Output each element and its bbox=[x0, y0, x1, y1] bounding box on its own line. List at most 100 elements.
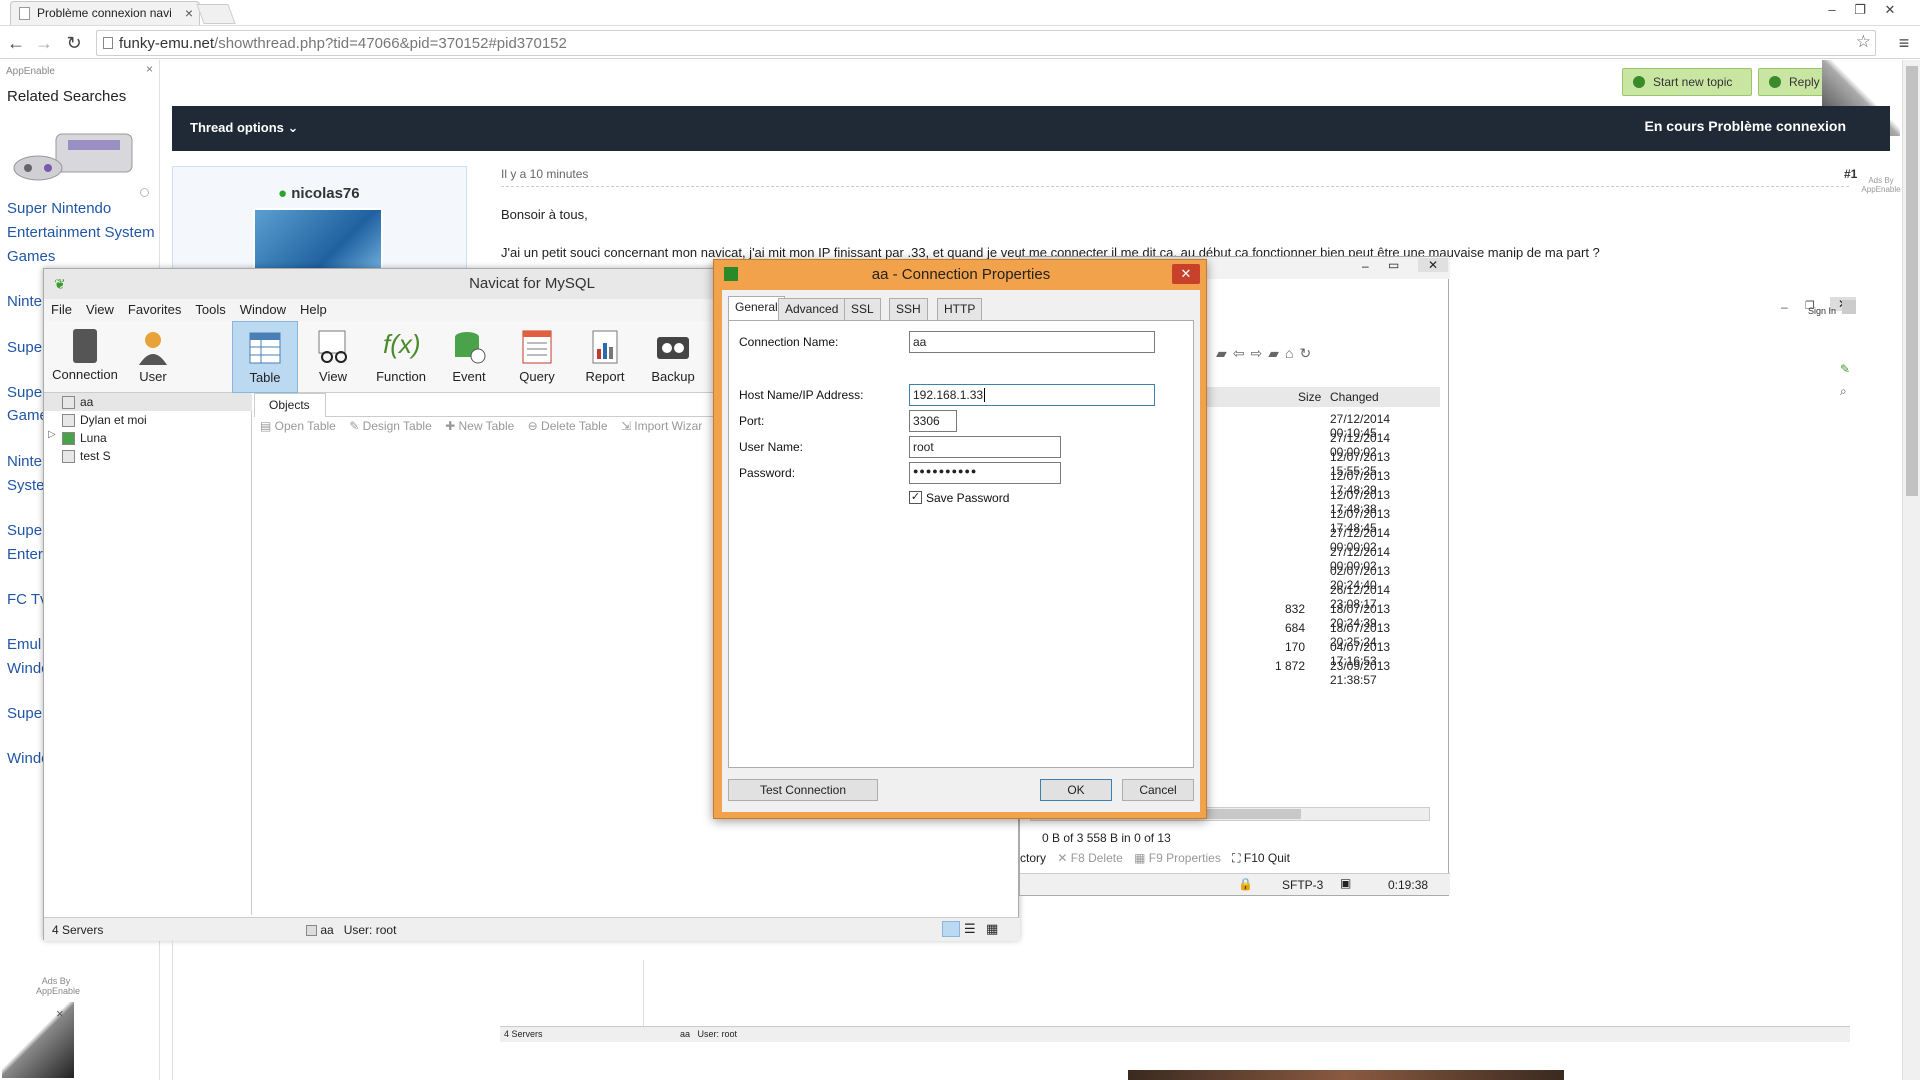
tab-ssl[interactable]: SSL bbox=[844, 298, 881, 320]
forward-icon[interactable]: ⇨ bbox=[1251, 345, 1269, 361]
menu-icon[interactable]: ≡ bbox=[1894, 33, 1914, 53]
tree-item-tests[interactable]: test S bbox=[58, 447, 111, 465]
related-link[interactable]: Entertainment System bbox=[7, 221, 157, 245]
search-icon[interactable]: ⌕ bbox=[1840, 384, 1847, 399]
tab-advanced[interactable]: Advanced bbox=[778, 298, 846, 320]
minimize-icon[interactable]: – bbox=[1818, 0, 1846, 20]
fkey-delete[interactable]: ✕ F8 Delete bbox=[1057, 851, 1122, 865]
thread-title: En cours Problème connexion bbox=[1644, 118, 1847, 134]
tree-label: aa bbox=[80, 395, 94, 409]
test-connection-button[interactable]: Test Connection bbox=[728, 779, 878, 801]
tag-icon[interactable]: ✎ bbox=[1840, 362, 1850, 376]
tab-http[interactable]: HTTP bbox=[937, 298, 983, 320]
fkey-properties-label: F9 Properties bbox=[1148, 851, 1221, 865]
close-icon[interactable]: ✕ bbox=[1172, 264, 1200, 284]
tab-general[interactable]: General bbox=[728, 296, 785, 320]
design-table-button[interactable]: ✎ Design Table bbox=[349, 419, 432, 433]
address-bar[interactable]: funky-emu.net/showthread.php?tid=47066&p… bbox=[96, 30, 1876, 56]
thread-options-button[interactable]: Thread options ⌄ bbox=[190, 120, 298, 136]
cancel-button[interactable]: Cancel bbox=[1122, 779, 1194, 801]
minimize-icon[interactable]: – bbox=[1362, 259, 1369, 273]
new-tab-button[interactable] bbox=[196, 4, 236, 24]
host-field[interactable]: 192.168.1.33 bbox=[909, 384, 1155, 406]
fkey-directory[interactable]: ctory bbox=[1020, 851, 1046, 865]
close-window-icon[interactable]: ✕ bbox=[1876, 0, 1904, 20]
username[interactable]: ● nicolas76 bbox=[278, 185, 360, 202]
port-field[interactable]: 3306 bbox=[909, 410, 957, 432]
col-changed[interactable]: Changed bbox=[1330, 390, 1379, 404]
dialog-titlebar: aa - Connection Properties ✕ bbox=[714, 260, 1208, 290]
save-password-checkbox[interactable]: ✓ bbox=[909, 491, 922, 504]
reload-icon[interactable]: ↻ bbox=[64, 33, 84, 53]
fkey-properties[interactable]: ▦ F9 Properties bbox=[1134, 851, 1221, 865]
view-icon bbox=[315, 329, 351, 365]
grid-view-icon[interactable] bbox=[942, 921, 960, 937]
related-link[interactable]: Games bbox=[7, 245, 157, 269]
start-topic-button[interactable]: Start new topic bbox=[1622, 68, 1752, 96]
ok-button[interactable]: OK bbox=[1040, 779, 1112, 801]
view-button[interactable]: View bbox=[300, 321, 366, 393]
user-label: User bbox=[139, 369, 167, 384]
folder-icon[interactable]: ▰ bbox=[1216, 345, 1233, 361]
sign-in-link[interactable]: Sign In bbox=[1808, 306, 1836, 316]
host-value: 192.168.1.33 bbox=[913, 388, 984, 402]
close-icon[interactable]: ✕ bbox=[1418, 258, 1448, 272]
scroll-thumb[interactable] bbox=[1906, 66, 1918, 496]
close-tab-icon[interactable]: × bbox=[185, 5, 193, 21]
report-button[interactable]: Report bbox=[572, 321, 638, 393]
tree-item-dylan[interactable]: Dylan et moi bbox=[58, 411, 147, 429]
list-view-icon[interactable]: ☰ bbox=[964, 921, 976, 937]
expand-icon[interactable]: ▷ bbox=[48, 429, 56, 440]
forward-icon[interactable]: → bbox=[34, 33, 54, 53]
tree-item-luna[interactable]: Luna bbox=[58, 429, 107, 447]
import-wizard-button[interactable]: ⇲ Import Wizar bbox=[621, 419, 702, 433]
menu-view[interactable]: View bbox=[79, 299, 121, 320]
menu-help[interactable]: Help bbox=[293, 299, 334, 320]
delete-table-button[interactable]: ⊖ Delete Table bbox=[528, 419, 608, 433]
folder-icon[interactable]: ▰ bbox=[1268, 345, 1285, 361]
connection-name-field[interactable]: aa bbox=[909, 331, 1155, 353]
tab-ssh[interactable]: SSH bbox=[889, 298, 928, 320]
toolbar: ← → ↻ funky-emu.net/showthread.php?tid=4… bbox=[0, 27, 1920, 59]
star-icon[interactable]: ☆ bbox=[1856, 32, 1871, 52]
back-icon[interactable]: ← bbox=[6, 33, 26, 53]
related-link[interactable]: Super Nintendo bbox=[7, 197, 157, 221]
backup-button[interactable]: Backup bbox=[640, 321, 706, 393]
username-field[interactable]: root bbox=[909, 436, 1061, 458]
fkey-quit[interactable]: ⛶ F10 Quit bbox=[1232, 851, 1290, 865]
backup-icon bbox=[655, 329, 691, 365]
dialog-title: aa - Connection Properties bbox=[871, 266, 1051, 283]
connection-button[interactable]: Connection bbox=[52, 321, 118, 393]
menu-favorites[interactable]: Favorites bbox=[121, 299, 188, 320]
refresh-icon[interactable]: ↻ bbox=[1300, 345, 1318, 361]
open-table-button[interactable]: ▤ Open Table bbox=[260, 419, 336, 433]
objects-tab[interactable]: Objects bbox=[254, 393, 326, 417]
menu-window[interactable]: Window bbox=[233, 299, 293, 320]
restore-icon[interactable]: ❐ bbox=[1846, 0, 1874, 20]
detail-view-icon[interactable]: ▦ bbox=[986, 921, 998, 937]
menu-tools[interactable]: Tools bbox=[188, 299, 232, 320]
password-field[interactable]: ●●●●●●●●●● bbox=[909, 462, 1061, 484]
col-size[interactable]: Size bbox=[1298, 390, 1321, 404]
function-button[interactable]: f(x) Function bbox=[368, 321, 434, 393]
close-ad-icon[interactable]: × bbox=[146, 62, 153, 76]
table-button[interactable]: Table bbox=[232, 321, 298, 393]
post-number[interactable]: #1 bbox=[1844, 167, 1857, 181]
home-icon[interactable]: ⌂ bbox=[1285, 345, 1299, 361]
browser-tab[interactable]: Problème connexion navi × bbox=[10, 1, 200, 25]
user-button[interactable]: User bbox=[120, 321, 186, 393]
minimize-icon[interactable]: – bbox=[1781, 300, 1788, 314]
new-table-button[interactable]: ✚ New Table bbox=[445, 419, 514, 433]
back-icon[interactable]: ⇦ bbox=[1233, 345, 1251, 361]
menu-file[interactable]: File bbox=[44, 299, 79, 320]
thread-options-label: Thread options bbox=[190, 120, 284, 135]
file-date: 23/09/2013 21:38:57 bbox=[1330, 659, 1391, 687]
tree-item-aa[interactable]: aa bbox=[58, 393, 93, 411]
close-ad-icon[interactable]: × bbox=[56, 1006, 64, 1021]
divider bbox=[643, 960, 644, 1026]
event-button[interactable]: Event bbox=[436, 321, 502, 393]
page-scrollbar[interactable] bbox=[1902, 60, 1920, 1080]
query-button[interactable]: Query bbox=[504, 321, 570, 393]
table-icon bbox=[247, 330, 283, 366]
maximize-icon[interactable]: ▭ bbox=[1388, 258, 1399, 272]
